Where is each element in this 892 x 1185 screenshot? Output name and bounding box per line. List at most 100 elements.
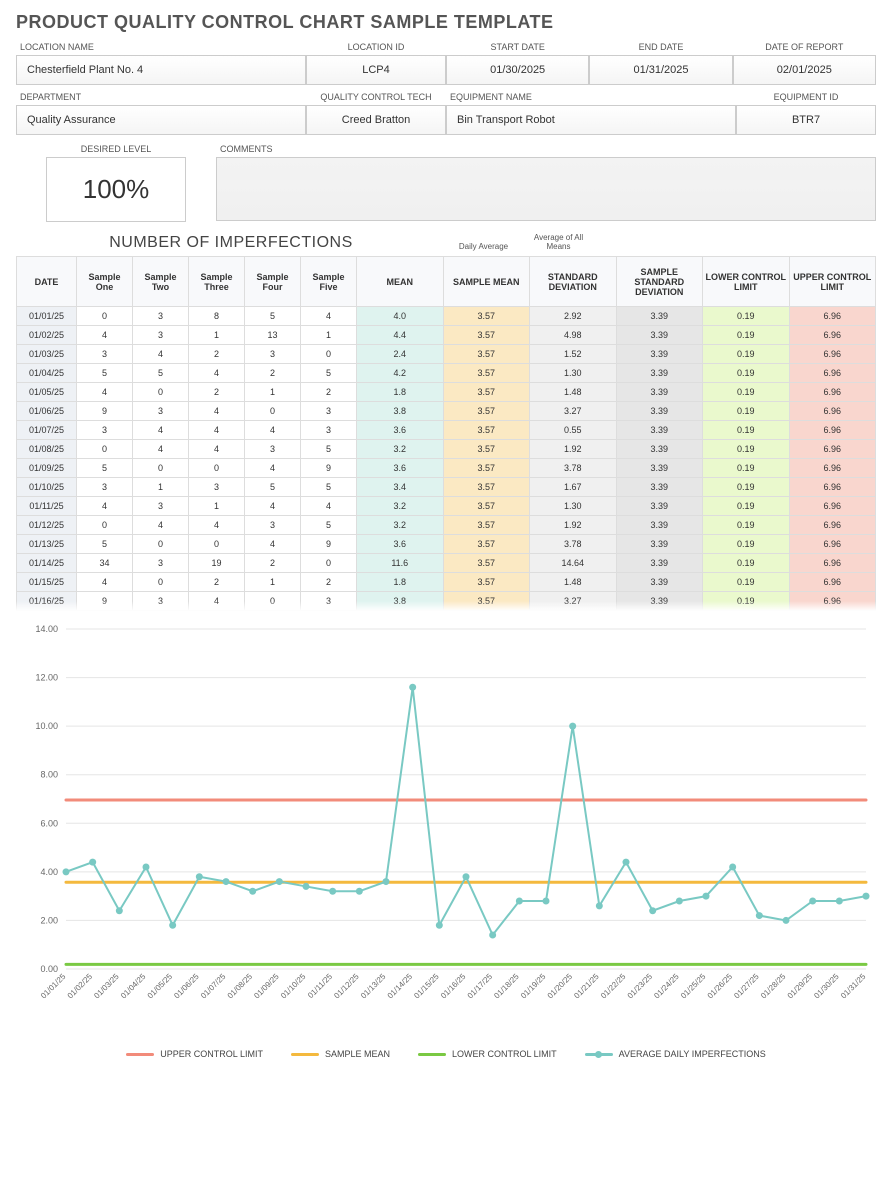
section-title: NUMBER OF IMPERFECTIONS [16, 234, 446, 252]
th-sample-three: Sample Three [189, 257, 245, 307]
department-label: DEPARTMENT [16, 89, 306, 105]
svg-text:01/13/25: 01/13/25 [359, 972, 388, 1001]
legend-ucl: UPPER CONTROL LIMIT [126, 1049, 263, 1059]
svg-text:01/20/25: 01/20/25 [546, 972, 575, 1001]
table-row: 01/16/25934033.83.573.273.390.196.96 [17, 592, 876, 611]
svg-text:01/31/25: 01/31/25 [839, 972, 868, 1001]
table-row: 01/08/25044353.23.571.923.390.196.96 [17, 440, 876, 459]
svg-text:01/17/25: 01/17/25 [466, 972, 495, 1001]
meta-row-1: LOCATION NAME Chesterfield Plant No. 4 L… [16, 39, 876, 85]
end-date-label: END DATE [589, 39, 732, 55]
table-row: 01/09/25500493.63.573.783.390.196.96 [17, 459, 876, 478]
start-date[interactable]: 01/30/2025 [446, 55, 589, 85]
th-sample-mean: SAMPLE MEAN [443, 257, 530, 307]
meta-row-2: DEPARTMENT Quality Assurance QUALITY CON… [16, 89, 876, 135]
department[interactable]: Quality Assurance [16, 105, 306, 135]
table-row: 01/12/25044353.23.571.923.390.196.96 [17, 516, 876, 535]
report-date-label: DATE OF REPORT [733, 39, 876, 55]
th-lcl: LOWER CONTROL LIMIT [703, 257, 790, 307]
table-row: 01/14/25343192011.63.5714.643.390.196.96 [17, 554, 876, 573]
svg-text:2.00: 2.00 [40, 915, 58, 925]
svg-text:01/23/25: 01/23/25 [626, 972, 655, 1001]
svg-text:01/21/25: 01/21/25 [572, 972, 601, 1001]
legend-lcl: LOWER CONTROL LIMIT [418, 1049, 557, 1059]
end-date[interactable]: 01/31/2025 [589, 55, 732, 85]
svg-text:01/08/25: 01/08/25 [226, 972, 255, 1001]
svg-text:01/05/25: 01/05/25 [146, 972, 175, 1001]
svg-text:8.00: 8.00 [40, 770, 58, 780]
svg-text:12.00: 12.00 [35, 673, 58, 683]
chart-legend: UPPER CONTROL LIMIT SAMPLE MEAN LOWER CO… [16, 1049, 876, 1059]
avg-of-means-note: Average of All Means [521, 234, 596, 252]
table-row: 01/02/254311314.43.574.983.390.196.96 [17, 326, 876, 345]
desired-level[interactable]: 100% [46, 157, 186, 222]
svg-text:01/04/25: 01/04/25 [119, 972, 148, 1001]
svg-text:01/07/25: 01/07/25 [199, 972, 228, 1001]
table-row: 01/01/25038544.03.572.923.390.196.96 [17, 307, 876, 326]
th-sample-one: Sample One [77, 257, 133, 307]
th-sample-four: Sample Four [245, 257, 301, 307]
table-row: 01/11/25431443.23.571.303.390.196.96 [17, 497, 876, 516]
equipment-id[interactable]: BTR7 [736, 105, 876, 135]
svg-text:01/09/25: 01/09/25 [252, 972, 281, 1001]
start-date-label: START DATE [446, 39, 589, 55]
location-name[interactable]: Chesterfield Plant No. 4 [16, 55, 306, 85]
comments-box[interactable] [216, 157, 876, 221]
svg-text:01/10/25: 01/10/25 [279, 972, 308, 1001]
svg-text:01/30/25: 01/30/25 [812, 972, 841, 1001]
location-id[interactable]: LCP4 [306, 55, 446, 85]
svg-text:6.00: 6.00 [40, 818, 58, 828]
svg-text:01/29/25: 01/29/25 [786, 972, 815, 1001]
equipment-id-label: EQUIPMENT ID [736, 89, 876, 105]
table-row: 01/15/25402121.83.571.483.390.196.96 [17, 573, 876, 592]
page-title: PRODUCT QUALITY CONTROL CHART SAMPLE TEM… [16, 12, 876, 33]
table-row: 01/05/25402121.83.571.483.390.196.96 [17, 383, 876, 402]
svg-text:01/03/25: 01/03/25 [92, 972, 121, 1001]
legend-avg-daily: AVERAGE DAILY IMPERFECTIONS [585, 1049, 766, 1059]
control-chart: 0.00 2.00 4.00 6.00 8.00 10.00 12.00 14.00 01/01… [16, 619, 876, 1039]
svg-text:01/11/25: 01/11/25 [306, 972, 334, 1000]
table-row: 01/03/25342302.43.571.523.390.196.96 [17, 345, 876, 364]
th-std: STANDARD DEVIATION [530, 257, 617, 307]
report-date[interactable]: 02/01/2025 [733, 55, 876, 85]
svg-text:10.00: 10.00 [35, 721, 58, 731]
imperfections-table: DATE Sample One Sample Two Sample Three … [16, 256, 876, 611]
legend-sample-mean: SAMPLE MEAN [291, 1049, 390, 1059]
th-sample-std: SAMPLE STANDARD DEVIATION [616, 257, 703, 307]
desired-level-label: DESIRED LEVEL [77, 141, 156, 157]
svg-text:01/26/25: 01/26/25 [706, 972, 735, 1001]
svg-text:01/16/25: 01/16/25 [439, 972, 468, 1001]
svg-text:14.00: 14.00 [35, 624, 58, 634]
svg-text:01/22/25: 01/22/25 [599, 972, 628, 1001]
svg-text:01/24/25: 01/24/25 [652, 972, 681, 1001]
location-id-label: LOCATION ID [306, 39, 446, 55]
table-row: 01/13/25500493.63.573.783.390.196.96 [17, 535, 876, 554]
th-mean: MEAN [357, 257, 444, 307]
table-row: 01/06/25934033.83.573.273.390.196.96 [17, 402, 876, 421]
svg-text:01/15/25: 01/15/25 [412, 972, 441, 1001]
svg-text:01/01/25: 01/01/25 [39, 972, 68, 1001]
th-ucl: UPPER CONTROL LIMIT [789, 257, 876, 307]
equipment-name-label: EQUIPMENT NAME [446, 89, 736, 105]
svg-text:01/14/25: 01/14/25 [386, 972, 415, 1001]
svg-text:01/25/25: 01/25/25 [679, 972, 708, 1001]
table-row: 01/04/25554254.23.571.303.390.196.96 [17, 364, 876, 383]
th-sample-five: Sample Five [301, 257, 357, 307]
qc-tech-label: QUALITY CONTROL TECH [306, 89, 446, 105]
qc-tech[interactable]: Creed Bratton [306, 105, 446, 135]
svg-text:01/12/25: 01/12/25 [332, 972, 361, 1001]
daily-average-note: Daily Average [446, 243, 521, 252]
location-name-label: LOCATION NAME [16, 39, 306, 55]
meta-row-3: DESIRED LEVEL 100% COMMENTS [16, 141, 876, 222]
svg-text:01/28/25: 01/28/25 [759, 972, 788, 1001]
th-sample-two: Sample Two [133, 257, 189, 307]
table-row: 01/07/25344433.63.570.553.390.196.96 [17, 421, 876, 440]
comments-label: COMMENTS [216, 141, 876, 157]
equipment-name[interactable]: Bin Transport Robot [446, 105, 736, 135]
svg-text:01/27/25: 01/27/25 [732, 972, 761, 1001]
th-date: DATE [17, 257, 77, 307]
svg-text:01/18/25: 01/18/25 [492, 972, 521, 1001]
svg-text:01/02/25: 01/02/25 [66, 972, 95, 1001]
svg-text:4.00: 4.00 [40, 867, 58, 877]
svg-text:0.00: 0.00 [40, 964, 58, 974]
